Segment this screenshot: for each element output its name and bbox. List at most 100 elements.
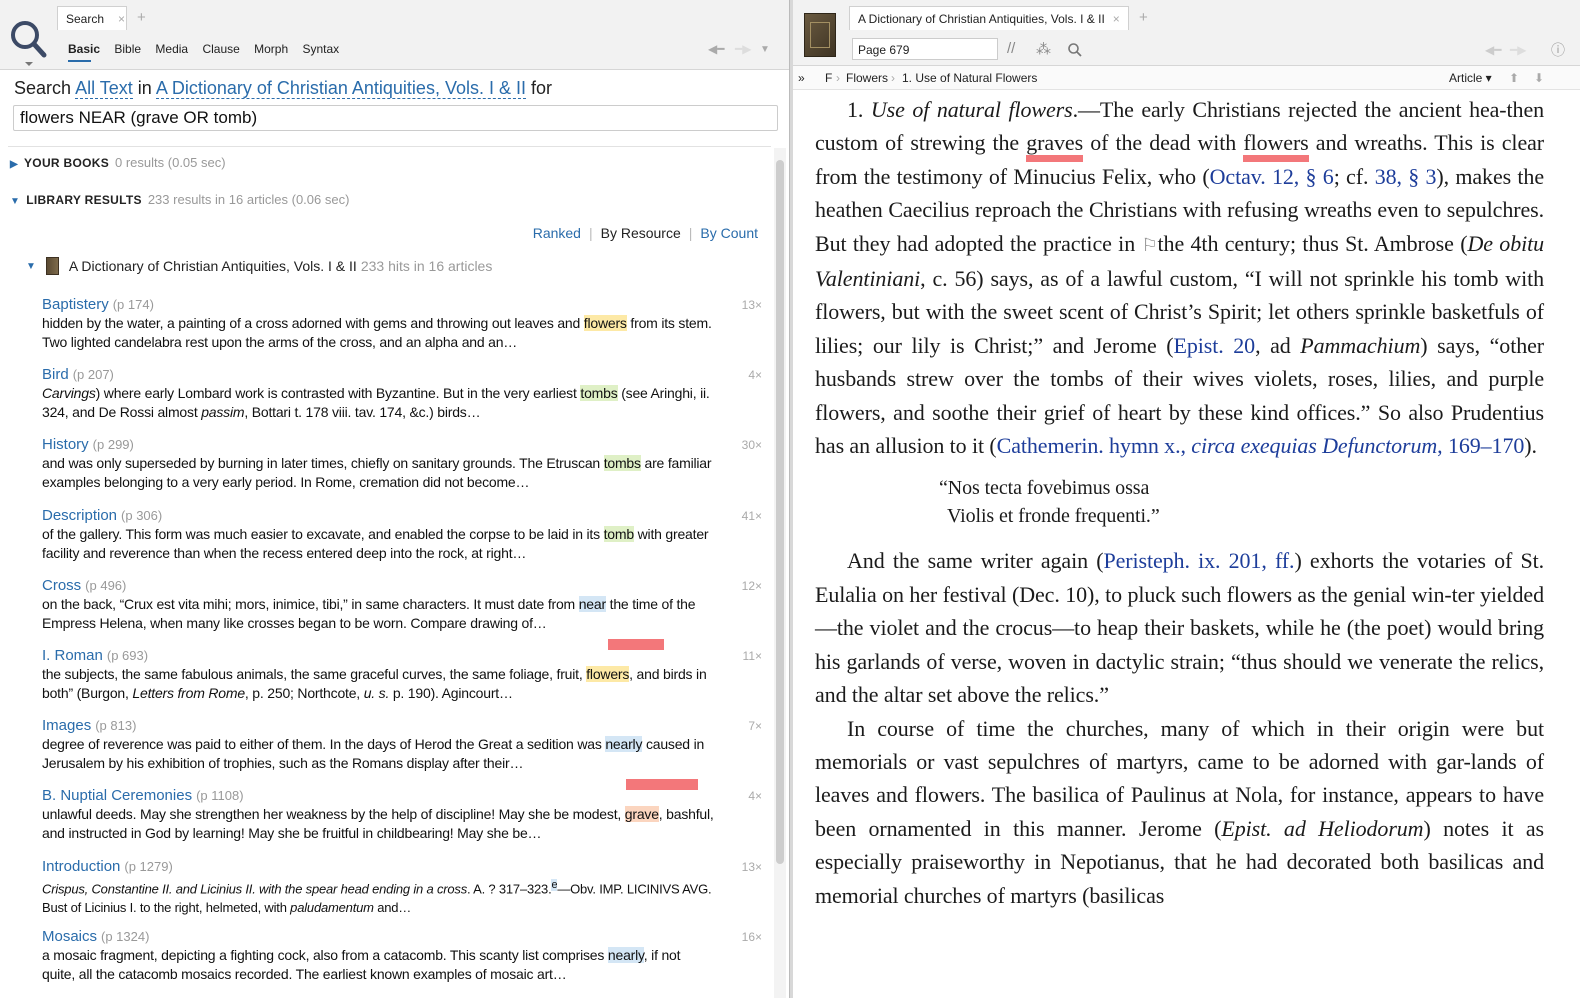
hit-count: 13× xyxy=(741,859,762,874)
breadcrumb-item[interactable]: Flowers xyxy=(846,71,888,85)
search-icon[interactable] xyxy=(1067,42,1083,58)
view-mode-dropdown[interactable]: Article ▾ xyxy=(1449,71,1492,85)
result-title[interactable]: B. Nuptial Ceremonies xyxy=(42,787,192,804)
result-title[interactable]: History xyxy=(42,436,89,453)
tab-syntax[interactable]: Syntax xyxy=(303,42,340,56)
result-snippet: hidden by the water, a painting of a cro… xyxy=(42,315,712,350)
expand-icon[interactable]: ▶ xyxy=(10,159,18,170)
paragraph: In course of time the churches, many of … xyxy=(815,715,1544,908)
back-arrow-icon[interactable]: ◀━ xyxy=(708,42,724,56)
resource-group-header[interactable]: ▼ A Dictionary of Christian Antiquities,… xyxy=(26,257,492,275)
search-hit: near xyxy=(578,595,606,612)
sort-by-resource[interactable]: By Resource xyxy=(601,225,681,241)
list-item[interactable]: Bird (p 207) 4× Carvings) where early Lom… xyxy=(42,366,762,436)
result-page: (p 1279) xyxy=(124,858,173,874)
list-item[interactable]: B. Nuptial Ceremonies (p 1108) 4× unlawfu… xyxy=(42,787,762,857)
flag-icon[interactable]: ⚐ xyxy=(1142,235,1158,255)
list-item[interactable]: I. Roman (p 693) 11× the subjects, the sa… xyxy=(42,647,762,717)
breadcrumb: » F › Flowers › 1. Use of Natural Flower… xyxy=(793,66,1580,90)
result-title[interactable]: Bird xyxy=(42,366,69,383)
search-icon[interactable] xyxy=(8,18,48,66)
list-item[interactable]: History (p 299) 30× and was only supersed… xyxy=(42,436,762,506)
result-snippet: unlawful deeds. May she strengthen her w… xyxy=(42,806,714,842)
new-tab-icon[interactable]: + xyxy=(1139,9,1148,26)
close-icon[interactable]: × xyxy=(1113,12,1120,26)
list-item[interactable]: Description (p 306) 41× of the gallery. T… xyxy=(42,507,762,577)
expand-sidebar-icon[interactable]: » xyxy=(798,71,805,85)
reference-link[interactable]: 38, § 3 xyxy=(1375,164,1437,189)
page-reference-input[interactable]: Page 679 xyxy=(852,38,998,60)
scroll-down-icon[interactable]: ⬇ xyxy=(1534,71,1544,85)
tab-morph[interactable]: Morph xyxy=(254,42,288,56)
book-cover-icon[interactable] xyxy=(804,13,836,57)
result-snippet: a mosaic fragment, depicting a fighting … xyxy=(42,946,681,982)
list-item[interactable]: Introduction (p 1279) 13× Crispus, Consta… xyxy=(42,858,762,928)
tab-clause[interactable]: Clause xyxy=(202,42,239,56)
result-snippet: degree of reverence was paid to either o… xyxy=(42,736,705,772)
search-input[interactable]: flowers NEAR (grave OR tomb) xyxy=(13,105,778,131)
hit-count: 30× xyxy=(741,438,762,453)
info-icon[interactable]: ⓘ xyxy=(1551,40,1565,60)
visual-filters-icon[interactable]: ⁂ xyxy=(1036,40,1051,58)
reference-link[interactable]: Octav. 12, § 6 xyxy=(1210,164,1334,189)
list-item[interactable]: Cross (p 496) 12× on the back, “Crux est … xyxy=(42,577,762,650)
scrollbar-thumb[interactable] xyxy=(776,160,784,864)
list-item[interactable]: Baptistery (p 174) 13× hidden by the wate… xyxy=(42,296,762,366)
search-hit: tomb xyxy=(603,525,634,542)
tab-bible[interactable]: Bible xyxy=(114,42,141,56)
hit-count: 12× xyxy=(741,578,762,593)
breadcrumb-item[interactable]: F xyxy=(825,71,832,85)
annotated-word[interactable]: graves xyxy=(1026,130,1083,163)
article-body: 1. Use of natural flowers.—The early Chr… xyxy=(815,93,1544,912)
result-title[interactable]: Baptistery xyxy=(42,296,109,313)
your-books-header[interactable]: ▶ YOUR BOOKS 0 results (0.05 sec) xyxy=(10,155,226,170)
parallel-resources-icon[interactable]: // xyxy=(1007,40,1015,57)
sort-by-count[interactable]: By Count xyxy=(700,225,758,241)
search-hit: tombs xyxy=(580,385,618,402)
search-scope-line: Search All Text in A Dictionary of Chris… xyxy=(14,78,552,99)
result-title[interactable]: Cross xyxy=(42,577,81,594)
collapse-icon[interactable]: ▼ xyxy=(10,196,20,207)
sort-ranked[interactable]: Ranked xyxy=(533,225,581,241)
forward-arrow-icon[interactable]: ━▶ xyxy=(735,42,751,56)
chevron-down-icon[interactable]: ▼ xyxy=(760,44,770,55)
forward-arrow-icon[interactable]: ━▶ xyxy=(1510,43,1526,57)
close-icon[interactable]: × xyxy=(118,12,125,26)
hit-count: 11× xyxy=(742,648,762,663)
reference-link[interactable]: Peristeph. ix. 201, ff. xyxy=(1103,548,1294,573)
reference-link[interactable]: Cathemerin. hymn x., xyxy=(997,433,1192,458)
hit-count: 4× xyxy=(748,789,762,804)
list-item[interactable]: Images (p 813) 7× degree of reverence was… xyxy=(42,717,762,791)
tab-resource[interactable]: A Dictionary of Christian Antiquities, V… xyxy=(849,6,1129,30)
reference-link[interactable]: circa exequias Defunctorum xyxy=(1191,433,1437,458)
tab-label: Search xyxy=(66,12,105,26)
annotated-word[interactable]: flowers xyxy=(1243,130,1309,163)
result-title[interactable]: I. Roman xyxy=(42,647,103,664)
back-arrow-icon[interactable]: ◀━ xyxy=(1485,43,1501,57)
sort-options: Ranked | By Resource | By Count xyxy=(532,225,758,241)
scroll-up-icon[interactable]: ⬆ xyxy=(1509,71,1519,85)
resource-link[interactable]: A Dictionary of Christian Antiquities, V… xyxy=(155,78,526,99)
library-results-meta: 233 results in 16 articles (0.06 sec) xyxy=(147,192,350,207)
reference-link[interactable]: Epist. 20 xyxy=(1174,333,1256,358)
library-results-header[interactable]: ▼ LIBRARY RESULTS 233 results in 16 articl… xyxy=(10,192,349,207)
result-page: (p 299) xyxy=(92,437,134,453)
scope-link[interactable]: All Text xyxy=(75,78,133,99)
collapse-icon[interactable]: ▼ xyxy=(26,261,36,272)
result-title[interactable]: Description xyxy=(42,507,117,524)
result-page: (p 174) xyxy=(112,297,154,312)
tab-basic[interactable]: Basic xyxy=(68,42,100,56)
your-books-meta: 0 results (0.05 sec) xyxy=(115,155,226,170)
list-item[interactable]: Mosaics (p 1324) 16× a mosaic fragment, d… xyxy=(42,928,762,998)
result-title[interactable]: Mosaics xyxy=(42,928,97,945)
hit-count: 7× xyxy=(748,719,762,734)
breadcrumb-item[interactable]: 1. Use of Natural Flowers xyxy=(902,71,1037,85)
result-title[interactable]: Images xyxy=(42,717,91,734)
reference-link[interactable]: , 169–170 xyxy=(1437,433,1524,458)
result-title[interactable]: Introduction xyxy=(42,858,120,875)
hit-count: 16× xyxy=(741,929,762,944)
poem-line: “Nos tecta fovebimus ossa xyxy=(939,477,1150,500)
tab-media[interactable]: Media xyxy=(155,42,188,56)
tab-search[interactable]: Search × xyxy=(57,6,127,30)
new-tab-icon[interactable]: + xyxy=(137,9,146,26)
